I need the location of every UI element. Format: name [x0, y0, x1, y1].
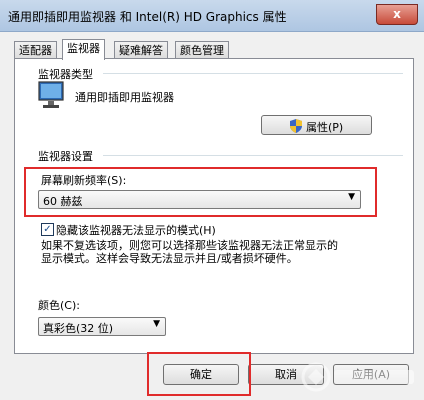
close-button[interactable]: x [376, 4, 418, 25]
close-icon: x [393, 7, 401, 21]
color-depth-select[interactable]: 真彩色(32 位) ▼ [38, 317, 166, 336]
shield-icon [290, 119, 302, 136]
monitor-settings-group-label: 监视器设置 [38, 150, 93, 163]
properties-button-label: 属性(P) [306, 121, 344, 134]
ok-button-highlight-box [147, 352, 251, 396]
tab-adapter[interactable]: 适配器 [14, 41, 57, 59]
hide-modes-label: 隐藏该监视器无法显示的模式(H) [56, 224, 216, 237]
cancel-button-label: 取消 [275, 368, 297, 381]
tab-troubleshoot[interactable]: 疑难解答 [114, 41, 168, 59]
tab-color-management[interactable]: 颜色管理 [175, 41, 229, 59]
monitor-type-group-label: 监视器类型 [38, 68, 93, 81]
warning-text-line2: 显示模式。这样会导致无法显示并且/或者损坏硬件。 [41, 252, 298, 265]
title-bar: 通用即插即用监视器 和 Intel(R) HD Graphics 属性 x [0, 0, 424, 32]
tab-monitor[interactable]: 监视器 [62, 39, 105, 60]
refresh-rate-highlight-box [24, 167, 377, 217]
checkmark-icon: ✓ [43, 224, 52, 235]
monitor-icon [38, 81, 64, 111]
hide-modes-checkbox[interactable]: ✓ [41, 223, 54, 236]
color-label: 颜色(C): [38, 299, 80, 312]
group-divider [103, 155, 403, 156]
group-divider [103, 73, 403, 74]
tab-panel: 监视器类型 通用即插即用监视器 属性(P) 监视器设置 屏幕刷新频率(S): 6… [14, 58, 414, 354]
monitor-device-name: 通用即插即用监视器 [75, 91, 174, 104]
watermark-logo [300, 360, 420, 394]
color-depth-value: 真彩色(32 位) [43, 322, 114, 335]
chevron-down-icon: ▼ [153, 319, 160, 329]
properties-button[interactable]: 属性(P) [261, 115, 372, 135]
window-title: 通用即插即用监视器 和 Intel(R) HD Graphics 属性 [8, 10, 287, 24]
